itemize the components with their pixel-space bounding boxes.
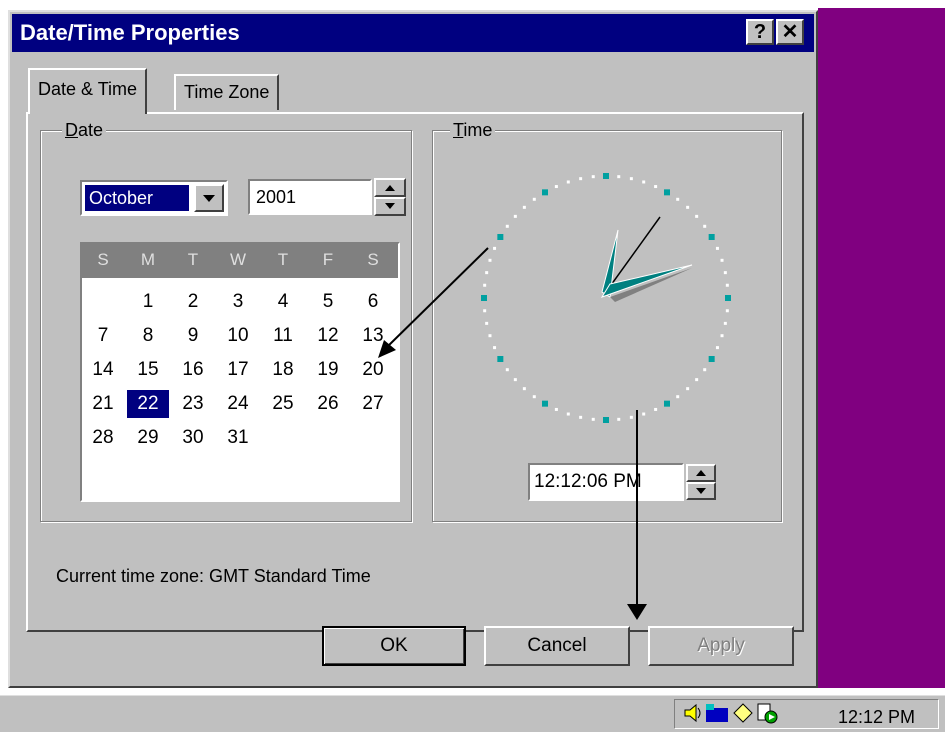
arrowhead-icon xyxy=(627,604,647,620)
tab-date-time[interactable]: Date & Time xyxy=(28,68,148,114)
arrowhead-icon xyxy=(378,340,396,358)
speaker-icon[interactable] xyxy=(682,702,704,724)
tab-date-time-label: Date & Time xyxy=(38,79,138,99)
network-icon[interactable] xyxy=(704,702,730,724)
taskbar-clock[interactable]: 12:12 PM xyxy=(838,707,915,728)
tab-time-zone-label: Time Zone xyxy=(184,82,270,102)
scheduler-icon[interactable] xyxy=(756,702,778,724)
annotation-arrow-to-calendar xyxy=(385,247,489,349)
diamond-tool-icon[interactable] xyxy=(732,702,754,724)
tab-time-zone[interactable]: Time Zone xyxy=(174,74,280,110)
